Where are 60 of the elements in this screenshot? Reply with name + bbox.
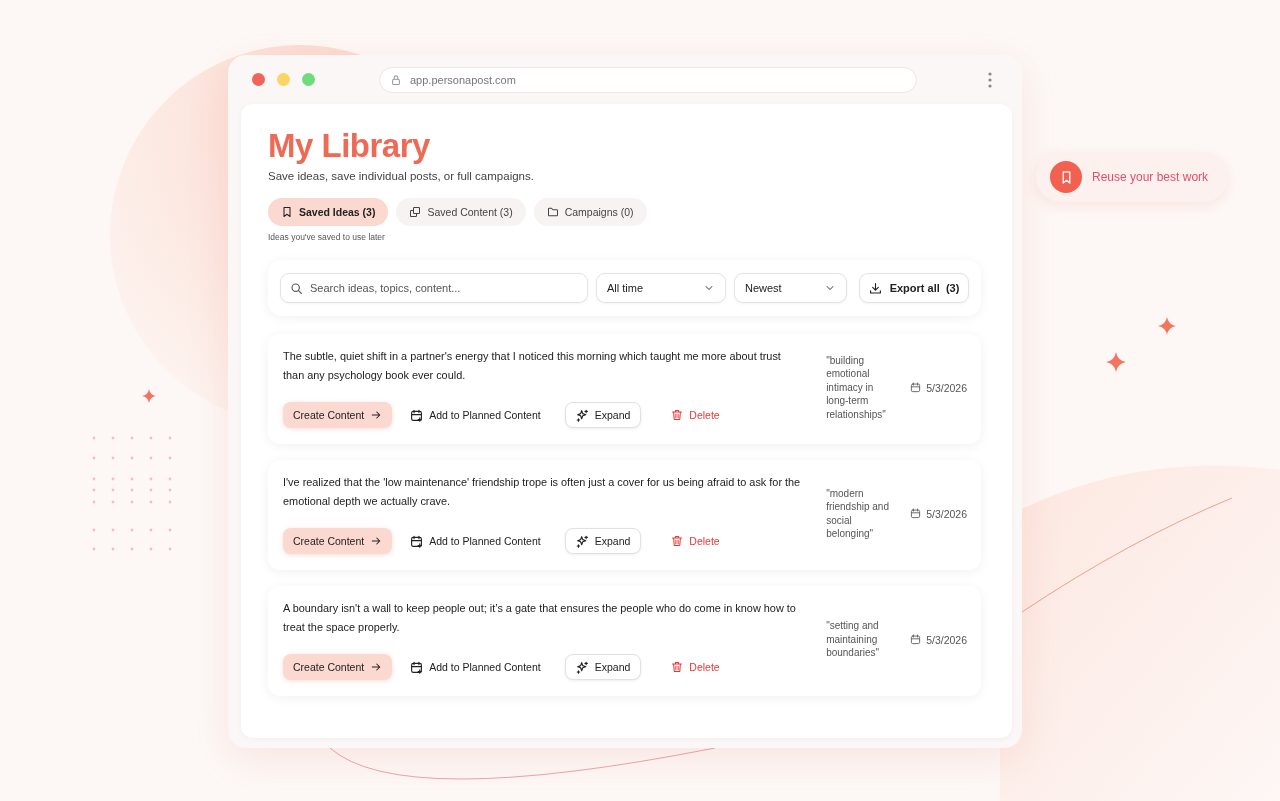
period-dropdown[interactable]: All time [596, 273, 726, 303]
plan-button[interactable]: Add to Planned Content [406, 528, 545, 554]
minimize-dot[interactable] [277, 73, 290, 86]
export-button[interactable]: Export all (3) [859, 273, 969, 303]
idea-topic: "setting and maintaining boundaries" [826, 619, 881, 660]
expand-button[interactable]: Expand [564, 402, 642, 428]
calendar-plus-icon [410, 660, 424, 674]
calendar-icon [910, 634, 922, 645]
sparkle-icon [142, 389, 156, 403]
library-tab[interactable]: Saved Content (3) [396, 198, 526, 226]
idea-text: A boundary isn't a wall to keep people out; it’s a gate that ensures the people who do come in know how to treat the space properly. [283, 601, 797, 635]
plan-button[interactable]: Add to Planned Content [406, 654, 545, 680]
delete-button[interactable]: Delete [661, 528, 730, 554]
tab-hint: Ideas you've saved to use later [268, 232, 386, 242]
page-title: My Library [268, 126, 431, 166]
library-tab[interactable]: Campaigns (0) [533, 198, 647, 226]
download-icon [868, 281, 882, 295]
trash-icon [671, 661, 684, 673]
idea-topic: "modern friendship and social belonging" [826, 486, 890, 541]
page-subtitle: Save ideas, save individual posts, or full campaigns. [268, 170, 535, 182]
arrow-right-icon [370, 661, 383, 673]
calendar-plus-icon [410, 408, 424, 422]
more-icon[interactable] [988, 71, 992, 88]
plan-button[interactable]: Add to Planned Content [406, 402, 545, 428]
library-tab[interactable]: Saved Ideas (3) [268, 198, 389, 226]
arrow-right-icon [370, 409, 383, 421]
maximize-dot[interactable] [302, 73, 315, 86]
calendar-icon [910, 508, 922, 519]
idea-date: 5/3/2026 [926, 633, 967, 646]
lock-icon [390, 73, 402, 86]
delete-button[interactable]: Delete [661, 402, 730, 428]
idea-date: 5/3/2026 [926, 507, 967, 520]
sparkle-icon [1106, 352, 1126, 372]
idea-text: I've realized that the 'low maintenance' friendship trope is often just a cover for us being afraid to ask for the emotional depth we actually crave. [283, 475, 802, 509]
folder-icon [546, 206, 559, 218]
bookmark-icon [281, 206, 293, 218]
sparkle-icon [1158, 317, 1176, 335]
idea-topic: "building emotional intimacy in long-term relationships" [826, 353, 887, 422]
sparkles-icon [575, 408, 589, 422]
copy-icon [409, 206, 422, 218]
search-field[interactable]: Search ideas, topics, content... [280, 273, 588, 303]
sparkles-icon [575, 534, 589, 548]
trash-icon [671, 409, 684, 421]
calendar-plus-icon [410, 534, 424, 548]
close-dot[interactable] [252, 73, 265, 86]
expand-button[interactable]: Expand [564, 528, 642, 554]
calendar-icon [910, 382, 922, 393]
delete-button[interactable]: Delete [661, 654, 730, 680]
arrow-right-icon [370, 535, 383, 547]
sort-dropdown[interactable]: Newest [734, 273, 847, 303]
expand-button[interactable]: Expand [564, 654, 642, 680]
sparkles-icon [575, 660, 589, 674]
idea-text: The subtle, quiet shift in a partner's energy that I noticed this morning which taught me more about trust than any psychology book ever could. [283, 349, 782, 383]
trash-icon [671, 535, 684, 547]
callout-text: Reuse your best work [1092, 170, 1209, 184]
create-button[interactable]: Create Content [283, 528, 393, 554]
create-button[interactable]: Create Content [283, 402, 393, 428]
address-bar[interactable]: app.personapost.com [379, 66, 917, 93]
idea-date: 5/3/2026 [926, 381, 967, 394]
create-button[interactable]: Create Content [283, 654, 393, 680]
